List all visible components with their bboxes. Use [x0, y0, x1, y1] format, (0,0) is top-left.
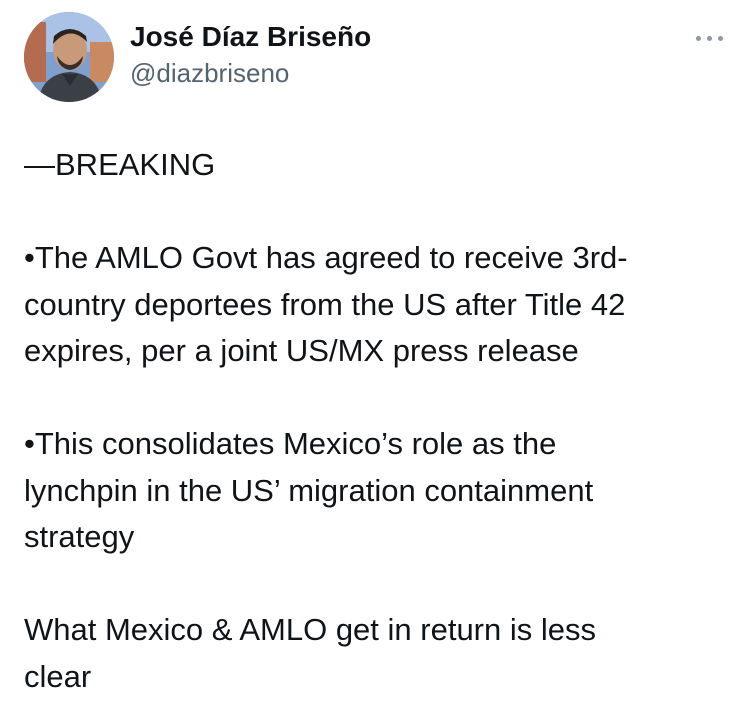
- tweet-paragraph: •This consolidates Mexico’s role as the …: [24, 426, 594, 554]
- tweet-card: José Díaz Briseño @diazbriseno —BREAKING…: [0, 0, 750, 719]
- more-options-icon[interactable]: [694, 28, 726, 48]
- avatar[interactable]: [24, 12, 114, 102]
- author-names: José Díaz Briseño @diazbriseno: [130, 20, 371, 90]
- user-handle[interactable]: @diazbriseno: [130, 56, 371, 90]
- display-name[interactable]: José Díaz Briseño: [130, 20, 371, 54]
- tweet-paragraph: —BREAKING: [24, 147, 216, 182]
- avatar-photo-icon: [24, 12, 114, 102]
- tweet-header: José Díaz Briseño @diazbriseno: [24, 12, 726, 102]
- tweet-paragraph: •The AMLO Govt has agreed to receive 3rd…: [24, 240, 628, 368]
- tweet-text: —BREAKING •The AMLO Govt has agreed to r…: [24, 142, 726, 700]
- tweet-paragraph: What Mexico & AMLO get in return is less…: [24, 612, 596, 694]
